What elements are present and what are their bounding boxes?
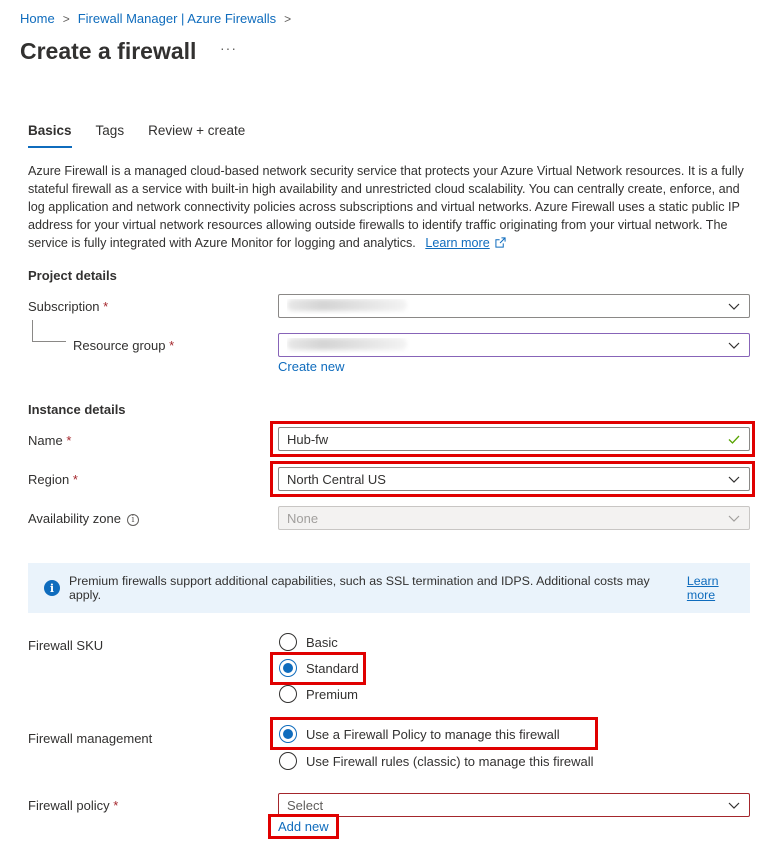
name-input[interactable]: Hub-fw xyxy=(278,427,750,451)
redacted-value xyxy=(287,337,407,350)
radio-button[interactable] xyxy=(279,752,297,770)
instance-details-heading: Instance details xyxy=(28,402,126,417)
sku-option-premium[interactable]: Premium xyxy=(279,685,358,703)
firewall-policy-label: Firewall policy * xyxy=(28,798,119,813)
learn-more-link[interactable]: Learn more xyxy=(425,236,489,250)
firewall-policy-dropdown[interactable]: Select xyxy=(278,793,750,817)
tab-bar: Basics Tags Review + create xyxy=(28,123,269,148)
subscription-dropdown[interactable] xyxy=(278,294,750,318)
breadcrumb-firewall-manager[interactable]: Firewall Manager | Azure Firewalls xyxy=(78,11,276,26)
chevron-down-icon xyxy=(728,802,740,809)
description-text: Azure Firewall is a managed cloud-based … xyxy=(28,164,744,250)
checkmark-icon xyxy=(728,435,740,444)
create-new-link[interactable]: Create new xyxy=(278,359,344,374)
management-option-classic[interactable]: Use Firewall rules (classic) to manage t… xyxy=(279,752,594,770)
project-details-heading: Project details xyxy=(28,268,117,283)
firewall-management-label: Firewall management xyxy=(28,731,153,746)
tab-tags[interactable]: Tags xyxy=(96,123,125,148)
availability-zone-dropdown: None xyxy=(278,506,750,530)
description: Azure Firewall is a managed cloud-based … xyxy=(28,162,752,252)
subscription-label: Subscription * xyxy=(28,299,109,314)
info-icon[interactable]: i xyxy=(126,513,139,526)
region-dropdown[interactable]: North Central US xyxy=(278,467,750,491)
tab-basics[interactable]: Basics xyxy=(28,123,72,148)
tab-review-create[interactable]: Review + create xyxy=(148,123,245,148)
name-label: Name * xyxy=(28,433,72,448)
resource-group-dropdown[interactable] xyxy=(278,333,750,357)
premium-info-banner: i Premium firewalls support additional c… xyxy=(28,563,750,613)
radio-button[interactable] xyxy=(279,685,297,703)
resource-group-label: Resource group * xyxy=(73,338,175,353)
chevron-down-icon xyxy=(728,476,740,483)
availability-zone-label: Availability zone i xyxy=(28,511,139,526)
redacted-value xyxy=(287,298,407,311)
radio-button-checked[interactable] xyxy=(279,725,297,743)
tree-connector xyxy=(32,320,66,342)
breadcrumb-home[interactable]: Home xyxy=(20,11,55,26)
external-link-icon xyxy=(495,237,506,248)
page-title: Create a firewall xyxy=(20,38,197,64)
banner-text: Premium firewalls support additional cap… xyxy=(68,574,650,602)
firewall-sku-label: Firewall SKU xyxy=(28,638,104,653)
info-icon: i xyxy=(44,580,60,596)
chevron-right-icon: > xyxy=(284,11,292,26)
breadcrumb: Home > Firewall Manager | Azure Firewall… xyxy=(20,11,299,26)
region-label: Region * xyxy=(28,472,78,487)
more-options-icon[interactable]: ··· xyxy=(220,40,237,56)
radio-button-checked[interactable] xyxy=(279,659,297,677)
add-new-policy-link[interactable]: Add new xyxy=(278,819,329,834)
banner-learn-more-link[interactable]: Learn more xyxy=(687,574,750,602)
chevron-right-icon: > xyxy=(62,11,70,26)
management-option-policy[interactable]: Use a Firewall Policy to manage this fir… xyxy=(279,725,560,743)
radio-button[interactable] xyxy=(279,633,297,651)
sku-option-basic[interactable]: Basic xyxy=(279,633,338,651)
chevron-down-icon xyxy=(728,515,740,522)
chevron-down-icon xyxy=(728,342,740,349)
chevron-down-icon xyxy=(728,303,740,310)
sku-option-standard[interactable]: Standard xyxy=(279,659,359,677)
